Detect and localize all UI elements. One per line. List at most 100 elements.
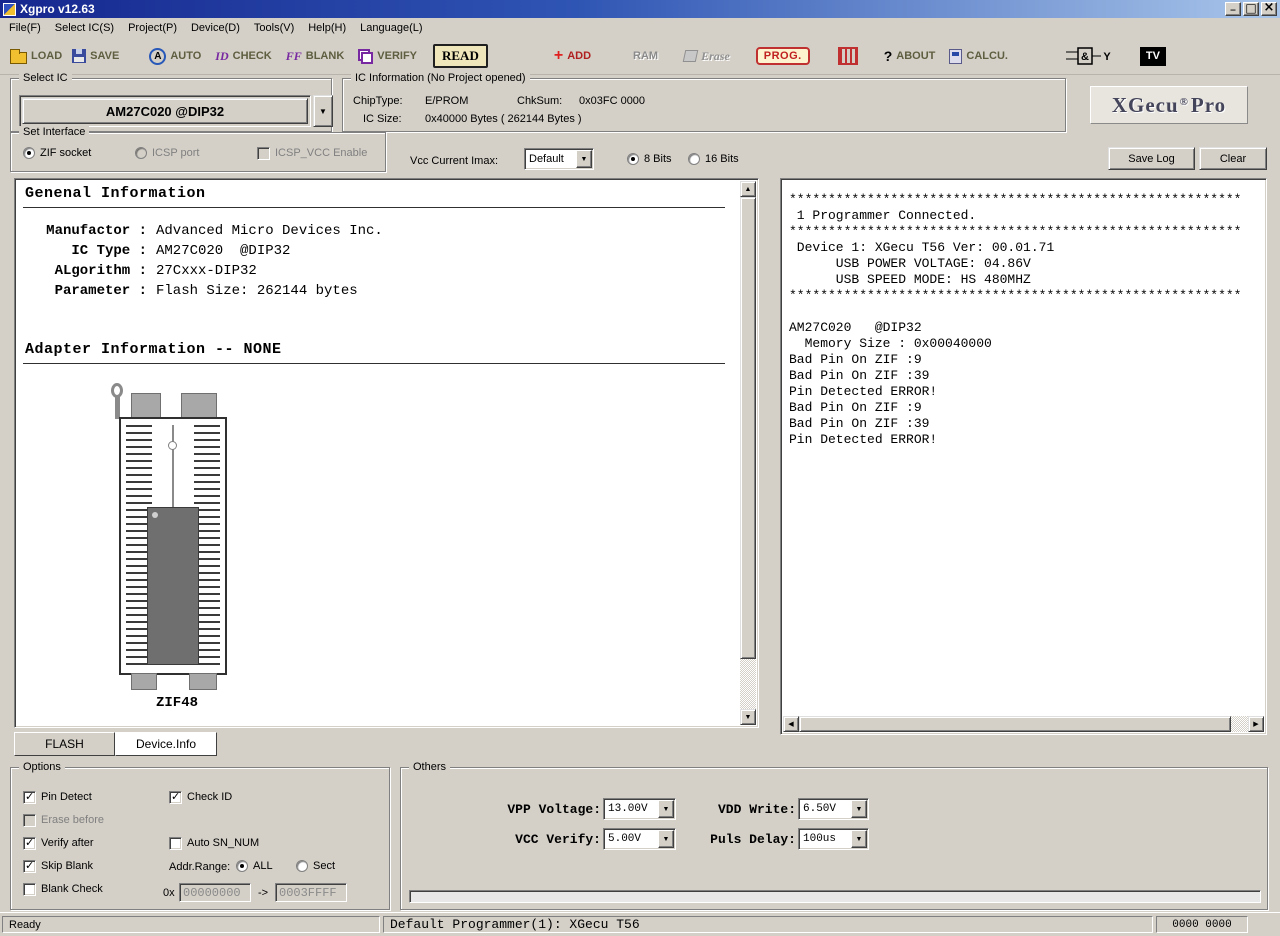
checkbox-box: [169, 837, 182, 850]
icsize-value: 0x40000 Bytes ( 262144 Bytes ): [425, 113, 582, 125]
icsp-vcc-label: ICSP_VCC Enable: [275, 147, 367, 159]
logo-pro: Pro: [1191, 93, 1226, 118]
bits8-radio[interactable]: 8 Bits: [627, 152, 672, 166]
load-button[interactable]: LOAD: [10, 49, 62, 64]
vpp-voltage-select[interactable]: 13.00V: [603, 798, 676, 820]
blank-check-label: Blank Check: [41, 883, 103, 895]
chevron-down-icon[interactable]: [658, 830, 674, 848]
ram-label: RAM: [633, 50, 658, 62]
maximize-button[interactable]: [1243, 2, 1259, 16]
tab-device-info[interactable]: Device.Info: [115, 732, 217, 756]
select-ic-dropdown-button[interactable]: ▼: [313, 95, 333, 127]
chevron-down-icon[interactable]: [576, 150, 592, 168]
check-id-button[interactable]: ID CHECK: [215, 49, 271, 64]
blank-check-checkbox[interactable]: Blank Check: [23, 882, 103, 896]
verify-after-label: Verify after: [41, 837, 94, 849]
scrollbar-thumb[interactable]: [799, 716, 1231, 732]
icsp-port-radio: ICSP port: [135, 146, 200, 160]
log-line: ****************************************…: [789, 224, 1258, 240]
close-button[interactable]: [1261, 2, 1277, 16]
blank-ff-icon: FF: [286, 49, 302, 64]
auto-label: AUTO: [170, 50, 201, 62]
socket-flange: [181, 393, 217, 419]
menu-select-ic[interactable]: Select IC(S): [48, 19, 121, 37]
bits16-label: 16 Bits: [705, 153, 739, 165]
addr-all-label: ALL: [253, 860, 273, 872]
addr-sect-radio[interactable]: Sect: [296, 859, 335, 873]
pin-detect-checkbox[interactable]: Pin Detect: [23, 790, 92, 804]
scrollbar-thumb[interactable]: [740, 197, 756, 659]
menu-file[interactable]: File(F): [2, 19, 48, 37]
zif-socket-label: ZIF socket: [40, 147, 91, 159]
chksum-label: ChkSum:: [517, 95, 562, 107]
clear-button[interactable]: Clear: [1199, 147, 1267, 170]
auto-sn-checkbox[interactable]: Auto SN_NUM: [169, 836, 259, 850]
program-button[interactable]: PROG.: [756, 47, 810, 65]
about-button[interactable]: ? ABOUT: [884, 48, 936, 64]
add-button[interactable]: + ADD: [554, 50, 591, 62]
chip-test-button[interactable]: [838, 47, 858, 65]
calculator-button[interactable]: CALCU.: [949, 49, 1008, 64]
vdd-write-select[interactable]: 6.50V: [798, 798, 869, 820]
verify-after-checkbox[interactable]: Verify after: [23, 836, 94, 850]
adapter-info-title: Adapter Information -- NONE: [25, 341, 282, 358]
menu-device[interactable]: Device(D): [184, 19, 247, 37]
select-ic-group: Select IC AM27C020 @DIP32 ▼: [10, 78, 332, 132]
skip-blank-checkbox[interactable]: Skip Blank: [23, 859, 93, 873]
read-button[interactable]: READ: [433, 44, 488, 68]
arrow-label: ->: [258, 887, 268, 899]
vcc-imax-select[interactable]: Default: [524, 148, 594, 170]
addr-to-input[interactable]: [275, 883, 347, 902]
others-legend: Others: [409, 761, 450, 773]
status-programmer: Default Programmer(1): XGecu T56: [383, 916, 1153, 933]
blank-check-button[interactable]: FF BLANK: [286, 49, 345, 64]
radio-circle: [135, 147, 147, 159]
log-line: Bad Pin On ZIF :9: [789, 352, 1258, 368]
socket-screw-hole: [168, 441, 177, 450]
vcc-verify-select[interactable]: 5.00V: [603, 828, 676, 850]
addr-all-radio[interactable]: ALL: [236, 859, 273, 873]
save-log-button[interactable]: Save Log: [1108, 147, 1195, 170]
info-label: IC Type :: [25, 243, 147, 259]
chksum-value: 0x03FC 0000: [579, 95, 645, 107]
save-button[interactable]: SAVE: [72, 49, 119, 63]
about-label: ABOUT: [896, 50, 935, 62]
menu-project[interactable]: Project(P): [121, 19, 184, 37]
chevron-down-icon[interactable]: [851, 800, 867, 818]
check-id-checkbox[interactable]: Check ID: [169, 790, 232, 804]
info-label: Parameter :: [25, 283, 147, 299]
verify-button[interactable]: VERIFY: [358, 49, 417, 64]
status-hex-text: 0000 0000: [1172, 919, 1231, 931]
log-line: USB POWER VOLTAGE: 04.86V: [789, 256, 1258, 272]
auto-button[interactable]: A AUTO: [149, 48, 201, 65]
vertical-scrollbar[interactable]: [740, 181, 756, 725]
minimize-button[interactable]: [1225, 2, 1241, 16]
blank-label: BLANK: [306, 50, 345, 62]
addr-range-label: Addr.Range:: [169, 861, 230, 873]
check-label: CHECK: [233, 50, 272, 62]
scroll-right-icon[interactable]: [1248, 716, 1264, 732]
chevron-down-icon[interactable]: [658, 800, 674, 818]
checkbox-box: [23, 791, 36, 804]
selected-ic-display[interactable]: AM27C020 @DIP32: [19, 95, 311, 127]
scroll-up-icon[interactable]: [740, 181, 756, 197]
red-chip-icon: [838, 47, 858, 65]
info-row-ic-type: IC Type : AM27C020 @DIP32: [25, 243, 290, 259]
logic-test-button[interactable]: & Y: [1066, 46, 1112, 66]
plus-icon: +: [554, 50, 563, 62]
menu-language[interactable]: Language(L): [353, 19, 429, 37]
horizontal-scrollbar[interactable]: [783, 716, 1264, 732]
erase-button-disabled: Erase: [684, 49, 730, 64]
addr-from-input[interactable]: [179, 883, 251, 902]
bits16-radio[interactable]: 16 Bits: [688, 152, 739, 166]
zif-socket-radio[interactable]: ZIF socket: [23, 146, 91, 160]
scroll-left-icon[interactable]: [783, 716, 799, 732]
tab-flash[interactable]: FLASH: [14, 732, 115, 756]
chevron-down-icon[interactable]: [851, 830, 867, 848]
erase-label: Erase: [701, 49, 730, 64]
scroll-down-icon[interactable]: [740, 709, 756, 725]
puls-delay-select[interactable]: 100us: [798, 828, 869, 850]
menu-help[interactable]: Help(H): [301, 19, 353, 37]
tv-mode-button[interactable]: TV: [1140, 47, 1166, 66]
menu-tools[interactable]: Tools(V): [247, 19, 301, 37]
